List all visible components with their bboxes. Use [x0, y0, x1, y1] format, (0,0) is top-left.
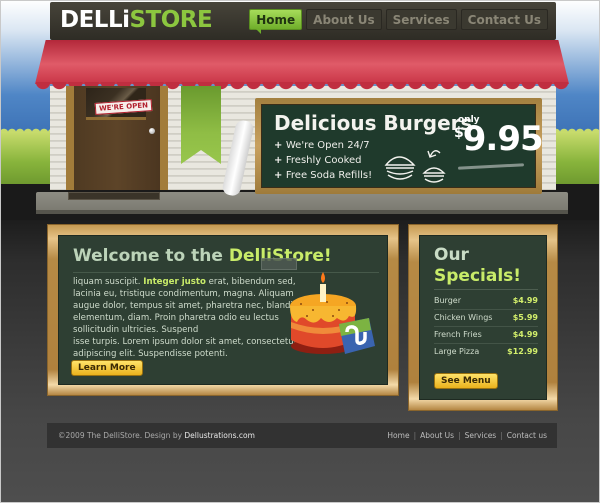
stumbleupon-icon [339, 318, 375, 354]
doormat [68, 192, 160, 200]
site-logo[interactable]: DELLiSTORE [60, 7, 213, 33]
nav-about-us[interactable]: About Us [306, 9, 382, 30]
specials-item: Large Pizza $12.99 [434, 344, 538, 361]
specials-board: Our Specials! Burger $4.99 Chicken Wings $… [419, 235, 547, 400]
currency-symbol: $ [454, 125, 464, 141]
feature-item: We're Open 24/7 [274, 138, 372, 153]
item-price: $5.99 [512, 313, 538, 322]
specials-list: Burger $4.99 Chicken Wings $5.99 French Fr… [434, 293, 538, 361]
specials-item: Burger $4.99 [434, 293, 538, 310]
logo-part-2: STORE [129, 7, 213, 33]
chalkboard-surface: Delicious Burgers We're Open 24/7 Freshl… [261, 104, 544, 188]
copyright-label: ©2009 The DelliStore. Design by [58, 431, 185, 440]
chalkboard-title: Delicious Burgers [274, 111, 473, 135]
separator: | [458, 431, 461, 440]
body-text: isse turpis. Lorem ipsum dolor sit amet,… [73, 337, 298, 359]
site-header: DELLiSTORE Home About Us Services Contac… [50, 2, 556, 40]
feature-item: Freshly Cooked [274, 153, 372, 168]
footer-link-home[interactable]: Home [387, 431, 409, 440]
specials-title-part-2: Specials! [434, 266, 522, 286]
specials-title-part-1: Our [434, 245, 469, 265]
price-value: 9.95 [462, 119, 544, 159]
burger-drawing-icon [384, 150, 446, 183]
chalkboard-sign: Delicious Burgers We're Open 24/7 Freshl… [255, 98, 544, 194]
item-name: Large Pizza [434, 347, 480, 356]
main-nav: Home About Us Services Contact Us [249, 9, 548, 34]
feature-item: Free Soda Refills! [274, 168, 372, 183]
welcome-panel: Welcome to the DelliStore! liquam suscip… [47, 224, 399, 396]
footer-nav: Home | About Us | Services | Contact us [387, 431, 547, 440]
welcome-body: liquam suscipit. Integer justo erat, bib… [73, 276, 305, 360]
chalk-underline [457, 163, 525, 170]
specials-item: Chicken Wings $5.99 [434, 310, 538, 327]
nav-services[interactable]: Services [385, 9, 457, 30]
copyright-text: ©2009 The DelliStore. Design by Dellustr… [58, 431, 255, 440]
item-price: $4.99 [512, 296, 538, 305]
see-menu-button[interactable]: See Menu [434, 373, 498, 389]
body-bold-text: Integer justo [143, 277, 206, 287]
body-text: liquam suscipit. [73, 277, 144, 287]
learn-more-button[interactable]: Learn More [71, 360, 143, 376]
nav-home[interactable]: Home [249, 9, 303, 34]
specials-item: French Fries $4.99 [434, 327, 538, 344]
item-price: $12.99 [507, 347, 538, 356]
divider [434, 289, 538, 290]
welcome-title-part-1: Welcome to the [73, 246, 229, 266]
welcome-board: Welcome to the DelliStore! liquam suscip… [58, 235, 388, 385]
chalkboard-features: We're Open 24/7 Freshly Cooked Free Soda… [274, 138, 372, 183]
doorknob-icon [149, 128, 155, 134]
designer-link[interactable]: Dellustrations.com [184, 431, 255, 440]
item-price: $4.99 [512, 330, 538, 339]
sidewalk-edge [36, 210, 568, 214]
item-name: Burger [434, 296, 461, 305]
item-name: Chicken Wings [434, 313, 493, 322]
tooltip [261, 258, 297, 270]
cake-icon [290, 272, 375, 354]
awning [35, 40, 569, 84]
specials-panel: Our Specials! Burger $4.99 Chicken Wings $… [408, 224, 558, 411]
footer-link-contact-us[interactable]: Contact us [507, 431, 547, 440]
price-tag: $9.95 [454, 119, 544, 159]
logo-part-1: DELLi [60, 7, 130, 33]
site-footer: ©2009 The DelliStore. Design by Dellustr… [47, 423, 557, 448]
item-name: French Fries [434, 330, 482, 339]
separator: | [500, 431, 503, 440]
nav-contact-us[interactable]: Contact Us [460, 9, 548, 30]
footer-link-services[interactable]: Services [465, 431, 497, 440]
footer-link-about-us[interactable]: About Us [420, 431, 454, 440]
separator: | [413, 431, 417, 440]
